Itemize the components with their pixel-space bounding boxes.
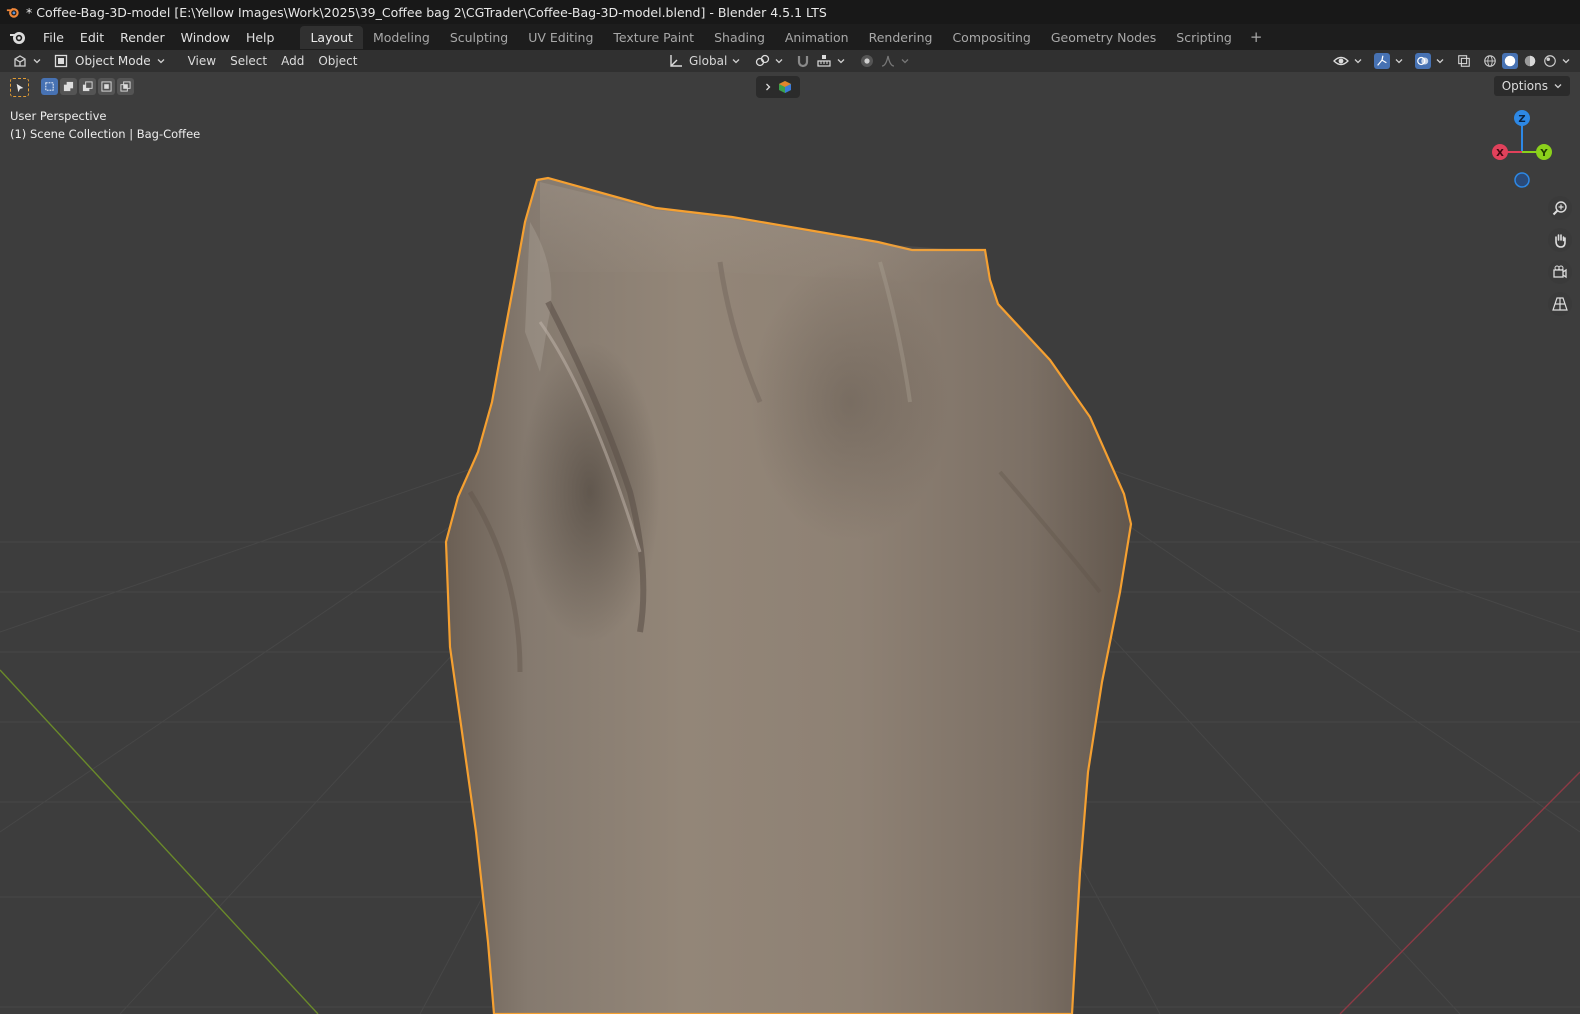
material-preview-icon[interactable]: [1522, 53, 1538, 69]
chevron-down-icon[interactable]: [1562, 57, 1570, 65]
menu-render[interactable]: Render: [112, 27, 173, 48]
orientation-dropdown[interactable]: Global: [668, 53, 740, 69]
rendered-shading-icon[interactable]: [1542, 53, 1558, 69]
gizmo-toggle[interactable]: [1374, 53, 1403, 69]
options-dropdown[interactable]: Options: [1493, 76, 1570, 96]
zoom-icon[interactable]: [1548, 196, 1572, 220]
select-tool-row: [10, 78, 134, 97]
editor-type-icon: [14, 55, 26, 67]
collapse-toolbar-button[interactable]: [756, 76, 800, 98]
proportional-edit-toggle[interactable]: [859, 53, 909, 69]
chevron-down-icon: [1436, 59, 1444, 64]
wireframe-shading-icon[interactable]: [1482, 53, 1498, 69]
object-mode-icon: [54, 54, 68, 68]
chevron-down-icon: [732, 59, 740, 64]
chevron-down-icon: [1354, 59, 1362, 64]
gizmo-z-label: Z: [1518, 114, 1525, 125]
blender-menu-icon[interactable]: [9, 28, 27, 46]
select-invert-icon[interactable]: [98, 78, 115, 95]
gizmo-y-label: Y: [1539, 148, 1548, 159]
window-title: * Coffee-Bag-3D-model [E:\Yellow Images\…: [26, 4, 827, 20]
chevron-down-icon: [1395, 59, 1403, 64]
tab-compositing[interactable]: Compositing: [942, 26, 1040, 49]
menu-window[interactable]: Window: [173, 27, 238, 48]
menu-select[interactable]: Select: [223, 52, 274, 70]
tab-modeling[interactable]: Modeling: [363, 26, 440, 49]
mode-label: Object Mode: [75, 54, 151, 68]
overlays-icon: [1415, 53, 1431, 69]
pivot-icon: [756, 54, 770, 67]
tab-animation[interactable]: Animation: [775, 26, 859, 49]
transform-controls: Global: [668, 50, 909, 72]
pivot-dropdown[interactable]: [754, 53, 783, 69]
collection-label: (1) Scene Collection | Bag-Coffee: [10, 127, 201, 141]
viewport-scene: [0, 176, 1580, 1014]
options-label: Options: [1501, 79, 1548, 93]
select-subtract-icon[interactable]: [79, 78, 96, 95]
perspective-toggle-icon[interactable]: [1548, 292, 1572, 316]
chevron-down-icon: [837, 59, 845, 64]
snap-toggle[interactable]: [795, 53, 845, 69]
menu-edit[interactable]: Edit: [72, 27, 112, 48]
gizmo-neg-z-axis: [1514, 172, 1530, 188]
chevron-down-icon: [157, 59, 165, 64]
menu-add[interactable]: Add: [274, 52, 311, 70]
chevron-right-icon: [766, 83, 771, 91]
gizmo-icon: [1374, 53, 1390, 69]
snap-magnet-icon: [798, 56, 809, 68]
chevron-down-icon: [901, 59, 909, 64]
color-cube-icon: [779, 81, 791, 93]
proportional-edit-icon: [861, 55, 874, 67]
add-workspace-icon[interactable]: +: [1242, 28, 1271, 46]
tab-shading[interactable]: Shading: [704, 26, 775, 49]
tab-scripting[interactable]: Scripting: [1166, 26, 1242, 49]
snap-increment-icon: [817, 55, 831, 67]
orientation-icon: [670, 55, 682, 67]
eye-icon: [1333, 56, 1349, 66]
falloff-curve-icon: [882, 55, 895, 67]
tab-uv-editing[interactable]: UV Editing: [518, 26, 603, 49]
viewport-header: Object Mode View Select Add Object Globa…: [0, 50, 1580, 72]
chevron-down-icon: [33, 59, 41, 64]
viewport-nav-tools: [1548, 196, 1572, 316]
tab-texture-paint[interactable]: Texture Paint: [603, 26, 704, 49]
menu-help[interactable]: Help: [238, 27, 283, 48]
gizmo-x-label: X: [1496, 148, 1504, 159]
3d-viewport[interactable]: User Perspective (1) Scene Collection | …: [0, 72, 1580, 1014]
workspace-tabs: Layout Modeling Sculpting UV Editing Tex…: [300, 25, 1271, 49]
navigation-gizmo[interactable]: Z Y X: [1488, 106, 1568, 190]
top-menubar: File Edit Render Window Help Layout Mode…: [0, 24, 1580, 50]
x-axis-line: [1339, 771, 1580, 1014]
tab-rendering[interactable]: Rendering: [859, 26, 943, 49]
tab-geometry-nodes[interactable]: Geometry Nodes: [1041, 26, 1166, 49]
overlays-toggle[interactable]: [1415, 53, 1444, 69]
mode-dropdown[interactable]: Object Mode: [47, 51, 171, 71]
chevron-down-icon: [775, 59, 783, 64]
select-intersect-icon[interactable]: [117, 78, 134, 95]
orientation-label: Global: [689, 54, 728, 68]
visibility-dropdown[interactable]: [1333, 53, 1362, 69]
tab-layout[interactable]: Layout: [300, 25, 363, 49]
camera-view-icon[interactable]: [1548, 260, 1572, 284]
viewport-shading-controls: [1333, 50, 1570, 72]
perspective-label: User Perspective: [10, 109, 107, 123]
blender-logo-icon: [6, 7, 19, 18]
solid-shading-icon[interactable]: [1502, 53, 1518, 69]
menu-view[interactable]: View: [181, 52, 223, 70]
editor-type-dropdown[interactable]: [12, 53, 41, 69]
pan-hand-icon[interactable]: [1548, 228, 1572, 252]
tab-sculpting[interactable]: Sculpting: [440, 26, 518, 49]
window-titlebar: * Coffee-Bag-3D-model [E:\Yellow Images\…: [0, 0, 1580, 24]
menu-file[interactable]: File: [35, 27, 72, 48]
select-new-icon[interactable]: [41, 78, 58, 95]
select-tool-icon[interactable]: [10, 78, 29, 97]
menu-object[interactable]: Object: [311, 52, 364, 70]
chevron-down-icon: [1554, 84, 1562, 89]
xray-toggle-icon[interactable]: [1456, 53, 1472, 69]
select-extend-icon[interactable]: [60, 78, 77, 95]
tool-spacer: [31, 78, 39, 97]
